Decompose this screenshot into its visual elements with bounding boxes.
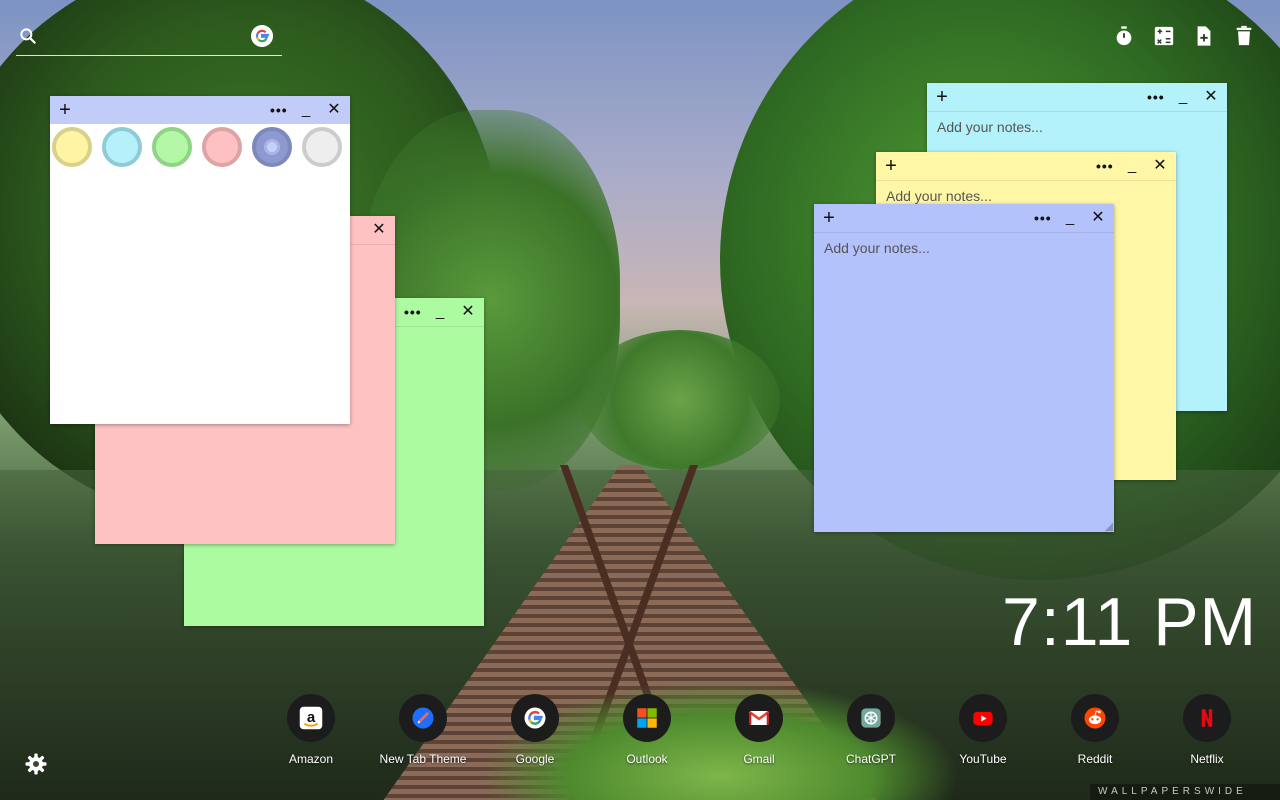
chatgpt-icon bbox=[847, 694, 895, 742]
more-options-button[interactable]: ••• bbox=[404, 302, 421, 322]
new-tab-theme-icon bbox=[399, 694, 447, 742]
note-header[interactable]: + ••• _ ✕ bbox=[927, 83, 1227, 112]
note-placeholder: Add your notes... bbox=[886, 188, 992, 204]
search-icon[interactable] bbox=[18, 26, 38, 46]
delete-button[interactable] bbox=[1232, 24, 1256, 48]
shortcut-label: Netflix bbox=[1190, 752, 1224, 766]
shortcut-label: New Tab Theme bbox=[379, 752, 467, 766]
shortcut-gmail[interactable]: Gmail bbox=[703, 694, 815, 766]
top-toolbar bbox=[1112, 24, 1256, 48]
close-button[interactable]: ✕ bbox=[1152, 156, 1168, 176]
new-note-button[interactable]: + bbox=[820, 206, 838, 230]
search-input[interactable] bbox=[50, 26, 254, 50]
resize-handle[interactable] bbox=[1105, 523, 1113, 531]
minimize-button[interactable]: _ bbox=[298, 100, 314, 120]
shortcut-netflix[interactable]: Netflix bbox=[1151, 694, 1263, 766]
trash-icon bbox=[1236, 25, 1252, 46]
note-header[interactable]: + ••• _ ✕ bbox=[814, 204, 1114, 233]
minimize-button[interactable]: _ bbox=[1124, 156, 1140, 176]
calculator-icon bbox=[1154, 26, 1174, 46]
file-add-icon bbox=[1197, 26, 1211, 46]
gear-icon[interactable] bbox=[24, 752, 48, 776]
sticky-note-white[interactable]: + ••• _ ✕ bbox=[50, 96, 350, 424]
shortcut-google[interactable]: Google bbox=[479, 694, 591, 766]
stopwatch-icon bbox=[1116, 26, 1132, 46]
calculator-button[interactable] bbox=[1152, 24, 1176, 48]
timer-button[interactable] bbox=[1112, 24, 1136, 48]
shortcut-youtube[interactable]: YouTube bbox=[927, 694, 1039, 766]
shortcut-chatgpt[interactable]: ChatGPT bbox=[815, 694, 927, 766]
note-header[interactable]: + ••• _ ✕ bbox=[50, 96, 350, 124]
sticky-note-blue[interactable]: + ••• _ ✕ Add your notes... bbox=[814, 204, 1114, 532]
note-header[interactable]: + ••• _ ✕ bbox=[876, 152, 1176, 181]
clock: 7:11 PM bbox=[1002, 584, 1258, 660]
note-text-area[interactable]: Add your notes... bbox=[814, 232, 1114, 532]
more-options-button[interactable]: ••• bbox=[1096, 156, 1113, 176]
color-swatch-blue[interactable] bbox=[252, 127, 292, 167]
color-swatch-cyan[interactable] bbox=[102, 127, 142, 167]
google-g-icon[interactable] bbox=[251, 25, 273, 47]
note-placeholder: Add your notes... bbox=[937, 119, 1043, 135]
note-placeholder: Add your notes... bbox=[824, 240, 930, 256]
shortcut-label: Outlook bbox=[626, 752, 668, 766]
close-button[interactable]: ✕ bbox=[326, 100, 342, 120]
shortcut-label: Amazon bbox=[288, 752, 334, 766]
minimize-button[interactable]: _ bbox=[1175, 87, 1191, 107]
close-button[interactable]: ✕ bbox=[1090, 208, 1106, 228]
amazon-icon: a bbox=[287, 694, 335, 742]
more-options-button[interactable]: ••• bbox=[270, 100, 287, 120]
note-text-area[interactable] bbox=[50, 176, 350, 424]
shortcut-label: Gmail bbox=[743, 752, 775, 766]
search-bar bbox=[16, 22, 282, 56]
wallpaper-watermark: WALLPAPERSWIDE bbox=[1090, 784, 1280, 800]
shortcut-outlook[interactable]: Outlook bbox=[591, 694, 703, 766]
color-swatch-gray[interactable] bbox=[302, 127, 342, 167]
shortcut-label: ChatGPT bbox=[845, 752, 896, 766]
more-options-button[interactable]: ••• bbox=[1034, 208, 1051, 228]
close-button[interactable]: ✕ bbox=[1203, 87, 1219, 107]
more-options-button[interactable]: ••• bbox=[1147, 87, 1164, 107]
close-button[interactable]: ✕ bbox=[371, 220, 387, 240]
color-swatch-yellow[interactable] bbox=[52, 127, 92, 167]
shortcut-reddit[interactable]: Reddit bbox=[1039, 694, 1151, 766]
gmail-icon bbox=[735, 694, 783, 742]
shortcut-amazon[interactable]: a Amazon bbox=[255, 694, 367, 766]
color-palette bbox=[50, 124, 350, 176]
outlook-icon bbox=[623, 694, 671, 742]
color-swatch-green[interactable] bbox=[152, 127, 192, 167]
shortcut-label: Reddit bbox=[1077, 752, 1113, 766]
netflix-icon bbox=[1183, 694, 1231, 742]
shortcut-label: Google bbox=[515, 752, 555, 766]
color-swatch-pink[interactable] bbox=[202, 127, 242, 167]
svg-text:a: a bbox=[307, 709, 316, 726]
close-button[interactable]: ✕ bbox=[460, 302, 476, 322]
add-note-button[interactable] bbox=[1192, 24, 1216, 48]
shortcut-new-tab-theme[interactable]: New Tab Theme bbox=[367, 694, 479, 766]
new-note-button[interactable]: + bbox=[882, 154, 900, 178]
google-icon bbox=[511, 694, 559, 742]
minimize-button[interactable]: _ bbox=[1062, 208, 1078, 228]
youtube-icon bbox=[959, 694, 1007, 742]
new-note-button[interactable]: + bbox=[56, 98, 74, 122]
new-note-button[interactable]: + bbox=[933, 85, 951, 109]
shortcut-label: YouTube bbox=[959, 752, 1007, 766]
minimize-button[interactable]: _ bbox=[432, 302, 448, 322]
reddit-icon bbox=[1071, 694, 1119, 742]
